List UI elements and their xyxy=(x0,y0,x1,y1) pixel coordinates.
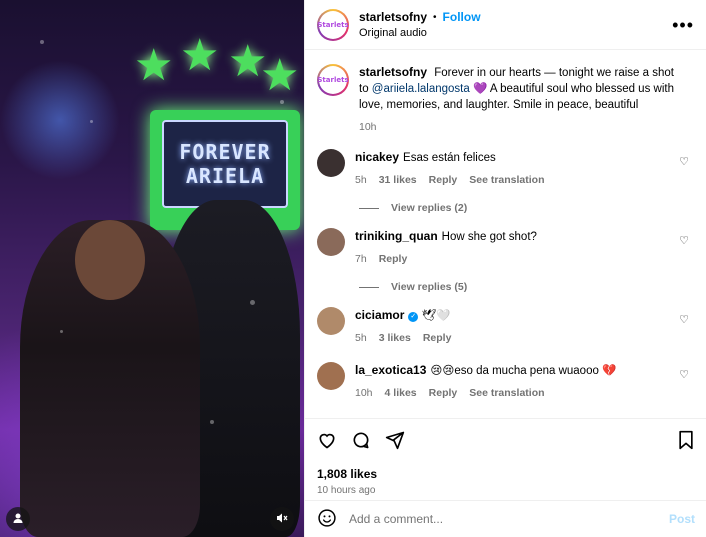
tagged-users-button[interactable] xyxy=(6,507,30,531)
muted-speaker-icon xyxy=(276,512,288,527)
reply-button[interactable]: Reply xyxy=(379,251,408,267)
comments-list[interactable]: Starlets starletsofny Forever in our hea… xyxy=(305,52,706,418)
comment-item: la_exotica13 😢😢eso da mucha pena wuaooo 💔… xyxy=(317,362,695,401)
replies-line xyxy=(359,207,379,209)
like-comment-heart-icon[interactable]: ♡ xyxy=(679,234,689,247)
action-icons xyxy=(317,429,695,453)
follow-button[interactable]: Follow xyxy=(443,10,481,24)
comment-likes[interactable]: 31 likes xyxy=(379,172,417,188)
comment-body: nicakey Esas están felices 5h 31 likes Re… xyxy=(355,149,695,188)
emoji-icon[interactable] xyxy=(317,508,337,531)
audio-link[interactable]: Original audio xyxy=(359,27,672,39)
caption-time: 10h xyxy=(359,121,377,133)
more-options-icon[interactable]: ••• xyxy=(672,16,694,34)
view-replies[interactable]: View replies (5) xyxy=(359,281,695,293)
reply-button[interactable]: Reply xyxy=(429,385,458,401)
commenter-avatar[interactable] xyxy=(317,362,345,390)
post-media[interactable]: ★ ★ ★ ★ FOREVER ARIELA xyxy=(0,0,304,537)
reply-button[interactable]: Reply xyxy=(429,172,458,188)
comment-body: triniking_quan How she got shot? 7h Reply xyxy=(355,228,695,267)
bubble xyxy=(250,300,255,305)
comment-meta: 5h 3 likes Reply xyxy=(355,330,667,346)
commenter-avatar[interactable] xyxy=(317,307,345,335)
post-sidebar: Starlets starletsofny • Follow Original … xyxy=(304,0,706,537)
see-translation-button[interactable]: See translation xyxy=(469,385,544,401)
bookmark-icon[interactable] xyxy=(677,430,695,453)
mute-button[interactable] xyxy=(270,507,294,531)
comment-time: 7h xyxy=(355,253,367,265)
sign-panel: FOREVER ARIELA xyxy=(162,120,288,208)
bubble xyxy=(280,100,284,104)
author-info: starletsofny • Follow Original audio xyxy=(359,10,672,39)
star-icon: ★ xyxy=(260,51,300,100)
caption-meta: 10h xyxy=(359,119,685,135)
separator-dot: • xyxy=(433,11,437,23)
comment-item: ciciamor ✓ 🕊🤍 5h 3 likes Reply ♡ xyxy=(317,307,695,346)
like-comment-heart-icon[interactable]: ♡ xyxy=(679,313,689,326)
commenter-avatar[interactable] xyxy=(317,228,345,256)
bubble xyxy=(40,40,44,44)
caption-username[interactable]: starletsofny xyxy=(359,65,427,79)
avatar-logo: Starlets xyxy=(317,10,349,39)
comment-time: 5h xyxy=(355,332,367,344)
author-row: starletsofny • Follow xyxy=(359,10,672,24)
club-light xyxy=(0,60,120,180)
verified-badge-icon: ✓ xyxy=(408,312,419,322)
author-avatar[interactable]: Starlets xyxy=(317,8,349,41)
comment-text: How she got shot? xyxy=(441,231,537,243)
comment-input[interactable] xyxy=(349,512,657,526)
post-header: Starlets starletsofny • Follow Original … xyxy=(305,0,706,50)
comment-composer: Post xyxy=(305,500,706,537)
comment-username[interactable]: la_exotica13 xyxy=(355,363,426,377)
comment-meta: 5h 31 likes Reply See translation xyxy=(355,172,667,188)
share-send-icon[interactable] xyxy=(385,430,405,453)
view-replies[interactable]: View replies (2) xyxy=(359,202,695,214)
view-replies-label[interactable]: View replies (2) xyxy=(391,202,467,214)
comment-body: la_exotica13 😢😢eso da mucha pena wuaooo 💔… xyxy=(355,362,695,401)
sign-line-2: ARIELA xyxy=(185,164,265,188)
comment-username[interactable]: nicakey xyxy=(355,150,399,164)
foreground-person xyxy=(20,220,200,537)
like-comment-heart-icon[interactable]: ♡ xyxy=(679,155,689,168)
user-icon xyxy=(12,512,24,527)
comment-username[interactable]: triniking_quan xyxy=(355,229,438,243)
comment-text: Esas están felices xyxy=(403,152,496,164)
author-username[interactable]: starletsofny xyxy=(359,10,427,24)
post-actions: 1,808 likes 10 hours ago xyxy=(305,418,706,496)
comment-item: triniking_quan How she got shot? 7h Reply… xyxy=(317,228,695,267)
star-icon: ★ xyxy=(134,41,174,90)
like-heart-icon[interactable] xyxy=(317,430,337,453)
view-replies-label[interactable]: View replies (5) xyxy=(391,281,467,293)
comment-likes[interactable]: 4 likes xyxy=(385,385,417,401)
like-count[interactable]: 1,808 likes xyxy=(317,467,695,481)
bubble xyxy=(90,120,93,123)
see-translation-button[interactable]: See translation xyxy=(469,172,544,188)
comment-item: nicakey Esas están felices 5h 31 likes Re… xyxy=(317,149,695,188)
bubble xyxy=(60,330,63,333)
comment-likes[interactable]: 3 likes xyxy=(379,330,411,346)
comment-text: 🕊🤍 xyxy=(421,310,451,322)
caption-mention[interactable]: @ariiela.lalangosta xyxy=(372,83,470,95)
caption-body: starletsofny Forever in our hearts — ton… xyxy=(359,64,695,135)
caption-avatar[interactable]: Starlets xyxy=(317,64,349,96)
replies-line xyxy=(359,286,379,288)
comment-bubble-icon[interactable] xyxy=(351,430,371,453)
comment-meta: 7h Reply xyxy=(355,251,667,267)
post-comment-button[interactable]: Post xyxy=(669,512,695,526)
caption: Starlets starletsofny Forever in our hea… xyxy=(317,64,695,135)
sign-line-1: FOREVER xyxy=(179,140,271,164)
avatar-logo: Starlets xyxy=(317,66,349,94)
comment-time: 10h xyxy=(355,387,373,399)
like-comment-heart-icon[interactable]: ♡ xyxy=(679,368,689,381)
comment-username[interactable]: ciciamor xyxy=(355,308,404,322)
post-time: 10 hours ago xyxy=(317,485,376,496)
comment-text: 😢😢eso da mucha pena wuaooo 💔 xyxy=(430,365,617,377)
reply-button[interactable]: Reply xyxy=(423,330,452,346)
star-icon: ★ xyxy=(180,31,220,80)
comment-time: 5h xyxy=(355,174,367,186)
commenter-avatar[interactable] xyxy=(317,149,345,177)
comment-meta: 10h 4 likes Reply See translation xyxy=(355,385,667,401)
comment-body: ciciamor ✓ 🕊🤍 5h 3 likes Reply xyxy=(355,307,695,346)
bubble xyxy=(210,420,214,424)
